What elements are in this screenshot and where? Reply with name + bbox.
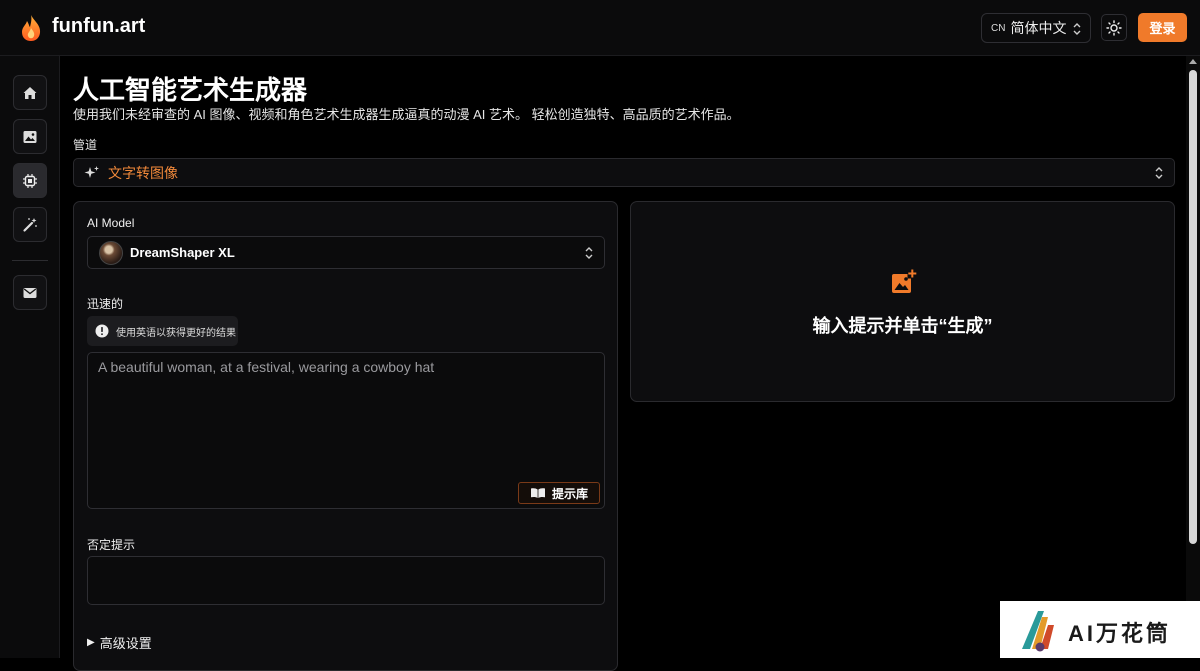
page-title: 人工智能艺术生成器 xyxy=(73,75,308,105)
mail-icon xyxy=(23,287,37,298)
language-select[interactable]: CN 简体中文 xyxy=(981,13,1091,43)
prompt-hint-text: 使用英语以获得更好的结果 xyxy=(116,327,236,339)
image-icon xyxy=(23,130,37,143)
prompt-placeholder: A beautiful woman, at a festival, wearin… xyxy=(98,359,435,375)
flame-logo-icon[interactable] xyxy=(20,14,42,42)
prompt-hint: 使用英语以获得更好的结果 xyxy=(87,316,238,346)
home-icon xyxy=(23,86,37,99)
sun-icon xyxy=(1106,19,1122,36)
book-open-icon xyxy=(530,488,545,498)
magic-wand-icon xyxy=(23,217,37,232)
model-name: DreamShaper XL xyxy=(130,245,235,260)
pipeline-label: 管道 xyxy=(73,138,98,152)
pipeline-select[interactable]: 文字转图像 xyxy=(73,158,1175,187)
scrollbar-thumb[interactable] xyxy=(1189,70,1197,544)
sidebar-item-home[interactable] xyxy=(13,75,47,110)
model-thumbnail xyxy=(99,240,123,265)
preview-panel: 输入提示并单击“生成” xyxy=(630,201,1175,402)
generation-form-panel: AI Model DreamShaper XL 迅速的 使用英语以获得更好的结果… xyxy=(73,201,618,671)
chevron-updown-icon xyxy=(585,247,593,259)
advanced-settings-label: 高级设置 xyxy=(99,636,152,651)
language-label: 简体中文 xyxy=(1010,20,1067,36)
chip-icon xyxy=(23,173,37,188)
image-add-icon xyxy=(892,269,917,293)
sparkles-icon xyxy=(84,165,99,178)
prompt-library-label: 提示库 xyxy=(551,486,588,501)
prompt-textarea[interactable]: A beautiful woman, at a festival, wearin… xyxy=(87,352,605,509)
advanced-settings-toggle[interactable]: ▶ 高级设置 xyxy=(87,633,152,652)
watermark-text: AI万花筒 xyxy=(1068,621,1172,646)
caret-right-icon: ▶ xyxy=(87,637,95,648)
watermark: AI万花筒 xyxy=(1000,601,1200,658)
model-label: AI Model xyxy=(87,216,135,230)
sidebar xyxy=(0,56,60,658)
brand-name[interactable]: funfun.art xyxy=(52,15,145,38)
chevron-updown-icon xyxy=(1155,167,1163,179)
scroll-up-arrow-icon[interactable] xyxy=(1189,59,1197,64)
sidebar-item-magic[interactable] xyxy=(13,207,47,242)
sidebar-item-images[interactable] xyxy=(13,119,47,154)
model-select[interactable]: DreamShaper XL xyxy=(87,236,605,269)
pipeline-value: 文字转图像 xyxy=(108,164,178,181)
page-subtitle: 使用我们未经审查的 AI 图像、视频和角色艺术生成器生成逼真的动漫 AI 艺术。… xyxy=(73,107,740,122)
watermark-logo-icon xyxy=(1022,611,1054,652)
prompt-label: 迅速的 xyxy=(87,297,124,311)
empty-state-text: 输入提示并单击“生成” xyxy=(812,316,993,336)
sidebar-divider xyxy=(12,260,48,261)
negative-prompt-label: 否定提示 xyxy=(87,538,136,552)
negative-prompt-input[interactable] xyxy=(87,556,605,605)
top-header: funfun.art CN 简体中文 登录 xyxy=(0,0,1200,56)
login-button[interactable]: 登录 xyxy=(1138,13,1187,42)
sidebar-item-mail[interactable] xyxy=(13,275,47,310)
scrollbar[interactable] xyxy=(1186,56,1200,658)
chevron-updown-icon xyxy=(1073,23,1081,35)
theme-toggle-button[interactable] xyxy=(1101,14,1127,41)
sidebar-item-generator[interactable] xyxy=(13,163,47,198)
prompt-library-button[interactable]: 提示库 xyxy=(518,482,600,504)
language-code: CN xyxy=(991,22,1006,34)
alert-circle-icon xyxy=(95,324,109,338)
